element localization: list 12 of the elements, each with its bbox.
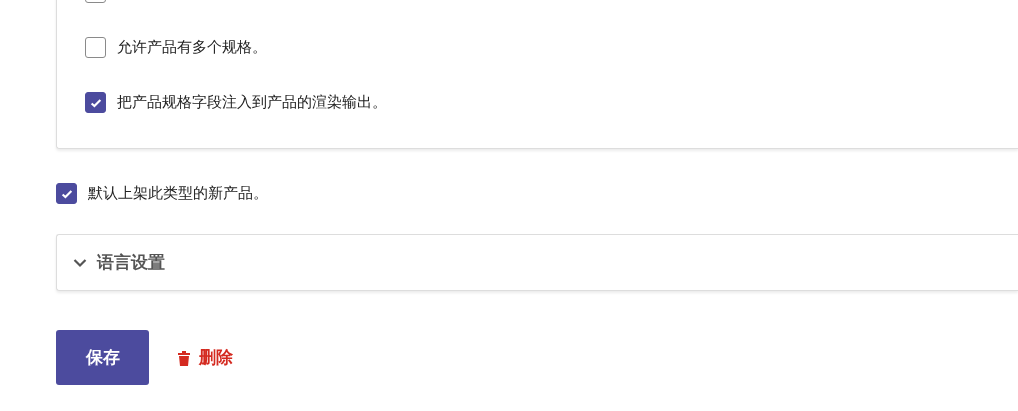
trash-icon <box>177 349 191 366</box>
checkbox-label: 把产品规格字段注入到产品的渲染输出。 <box>117 93 387 112</box>
accordion-header[interactable]: 语言设置 <box>56 234 1018 291</box>
checkbox[interactable] <box>85 37 106 58</box>
checkbox-label: 允许产品有多个规格。 <box>117 38 267 57</box>
chevron-down-icon <box>73 257 87 268</box>
section-title: 语言设置 <box>97 251 165 274</box>
checkbox[interactable] <box>56 183 77 204</box>
save-button[interactable]: 保存 <box>56 330 149 385</box>
checkbox[interactable] <box>85 92 106 113</box>
delete-link[interactable]: 删除 <box>177 346 233 369</box>
checkbox-label: 默认上架此类型的新产品。 <box>88 184 268 203</box>
